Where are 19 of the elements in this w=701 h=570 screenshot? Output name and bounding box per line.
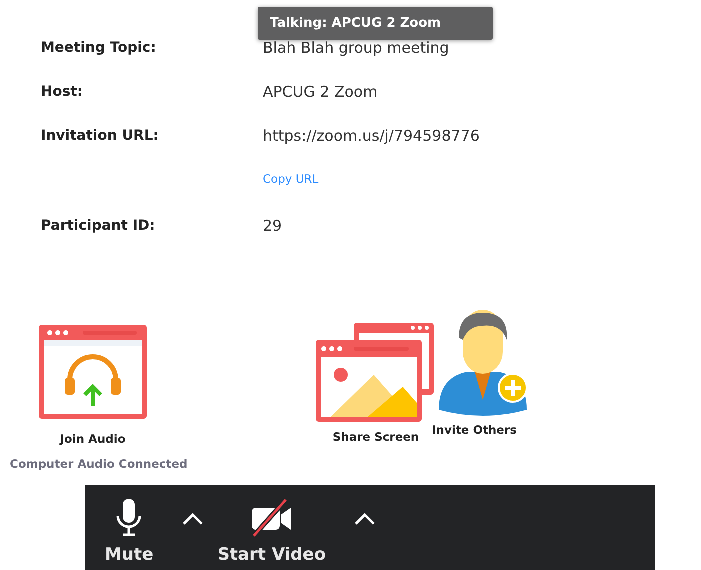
action-label[interactable]: Join Audio bbox=[60, 432, 126, 446]
action-label[interactable]: Share Screen bbox=[332, 430, 420, 444]
windows-picture-icon[interactable] bbox=[316, 323, 436, 423]
field-value: APCUG 2 Zoom bbox=[263, 82, 379, 103]
field-value: Blah Blah group meeting bbox=[263, 38, 450, 59]
field-value: 29 bbox=[263, 216, 284, 237]
caret-icon[interactable] bbox=[182, 512, 204, 526]
talking-tooltip: Talking: APCUG 2 Zoom bbox=[258, 7, 493, 40]
field-value: https://zoom.us/j/794598776 bbox=[263, 126, 481, 147]
video-button[interactable]: Start Video bbox=[218, 485, 326, 565]
caret-icon[interactable] bbox=[354, 512, 376, 526]
field-label: Meeting Topic: bbox=[41, 39, 158, 58]
field-label: Participant ID: bbox=[41, 217, 156, 236]
action-label[interactable]: Invite Others bbox=[432, 423, 517, 437]
mute-button[interactable]: Mute bbox=[105, 485, 154, 565]
field-label: Invitation URL: bbox=[41, 127, 160, 146]
headset-window-icon[interactable] bbox=[38, 324, 148, 422]
audio-status: Computer Audio Connected bbox=[10, 457, 189, 471]
field-label: Host: bbox=[41, 83, 84, 102]
